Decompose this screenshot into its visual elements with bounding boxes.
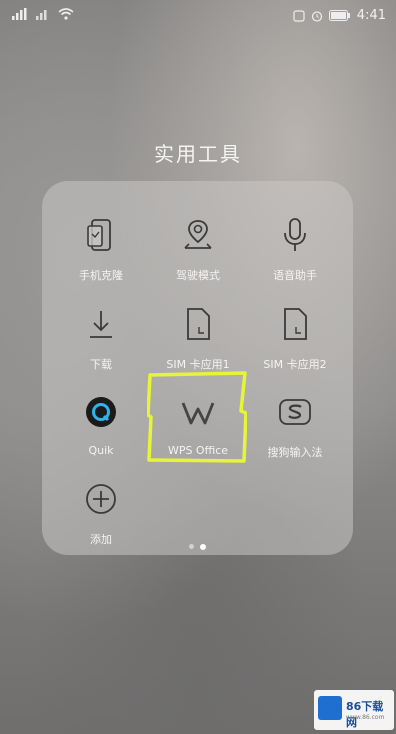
app-label: SIM 卡应用1 bbox=[166, 358, 230, 371]
app-label: SIM 卡应用2 bbox=[263, 358, 327, 371]
page-indicator bbox=[42, 543, 353, 550]
app-voice-assistant[interactable]: 语音助手 bbox=[243, 209, 347, 297]
app-quik[interactable]: Quik bbox=[49, 386, 153, 474]
microphone-icon bbox=[275, 215, 315, 255]
signal-icon-2 bbox=[36, 10, 47, 20]
page-dot-active[interactable] bbox=[200, 543, 206, 550]
wifi-icon bbox=[58, 8, 74, 20]
status-left bbox=[12, 8, 74, 20]
app-sogou-input[interactable]: 搜狗输入法 bbox=[243, 386, 347, 474]
app-sim-2[interactable]: SIM 卡应用2 bbox=[243, 298, 347, 386]
sogou-input-icon bbox=[275, 392, 315, 432]
signal-icon bbox=[12, 8, 27, 20]
app-download[interactable]: 下载 bbox=[49, 298, 153, 386]
drive-mode-icon bbox=[178, 215, 218, 255]
quik-icon bbox=[81, 392, 121, 432]
phone-clone-icon bbox=[81, 215, 121, 255]
app-label: 手机克隆 bbox=[79, 269, 123, 282]
app-label: 下载 bbox=[90, 358, 112, 371]
add-icon bbox=[81, 479, 121, 519]
status-right: 4:41 bbox=[293, 8, 386, 23]
watermark-logo-icon bbox=[318, 696, 342, 720]
sim-card-icon bbox=[275, 304, 315, 344]
alarm-icon bbox=[311, 10, 322, 22]
nfc-icon bbox=[293, 9, 305, 22]
page-dot[interactable] bbox=[189, 544, 194, 549]
app-label: 驾驶模式 bbox=[176, 269, 220, 282]
folder-panel: 手机克隆 驾驶模式 语音助手 下载 SIM 卡应用1 SIM 卡应用2 Quik… bbox=[42, 181, 353, 555]
app-phone-clone[interactable]: 手机克隆 bbox=[49, 209, 153, 297]
app-drive-mode[interactable]: 驾驶模式 bbox=[146, 209, 250, 297]
status-bar: 4:41 bbox=[0, 0, 396, 34]
app-label: 搜狗输入法 bbox=[267, 446, 323, 459]
battery-icon bbox=[328, 10, 350, 21]
watermark-sub: www.86.com bbox=[346, 714, 385, 721]
status-time: 4:41 bbox=[356, 8, 386, 23]
app-label: Quik bbox=[88, 444, 114, 457]
folder-title: 实用工具 bbox=[154, 142, 242, 166]
highlight-annotation bbox=[147, 371, 247, 463]
watermark: 86下载网 www.86.com bbox=[314, 690, 394, 730]
app-label: 语音助手 bbox=[273, 269, 317, 282]
sim-card-icon bbox=[178, 304, 218, 344]
download-icon bbox=[81, 304, 121, 344]
